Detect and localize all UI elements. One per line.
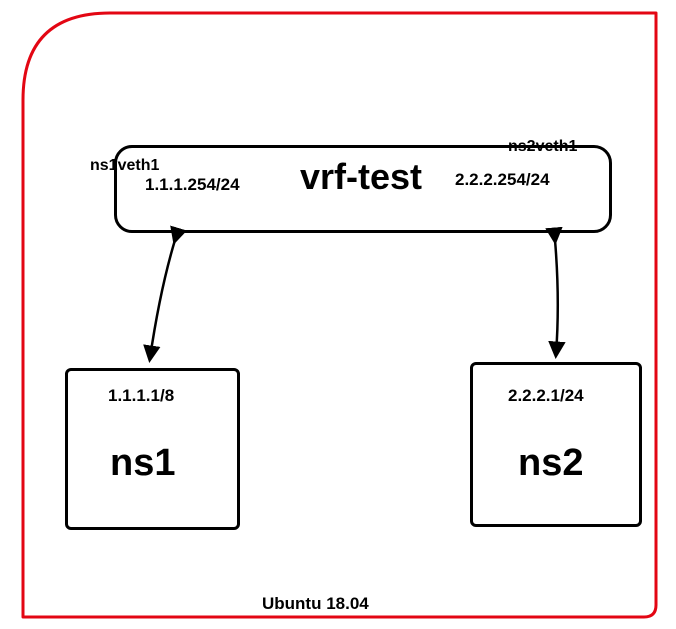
vrf-right-ip-label: 2.2.2.254/24 [455,170,550,190]
ns2-ip-label: 2.2.2.1/24 [508,386,584,406]
vrf-left-interface-label: ns1veth1 [90,157,159,175]
vrf-left-ip-label: 1.1.1.254/24 [145,175,240,195]
vrf-right-interface-label: ns2veth1 [508,138,577,156]
os-label: Ubuntu 18.04 [262,594,369,614]
ns2-name-label: ns2 [518,442,583,485]
ns1-ip-label: 1.1.1.1/8 [108,386,174,406]
vrf-title: vrf-test [300,156,422,198]
ns1-name-label: ns1 [110,442,175,485]
